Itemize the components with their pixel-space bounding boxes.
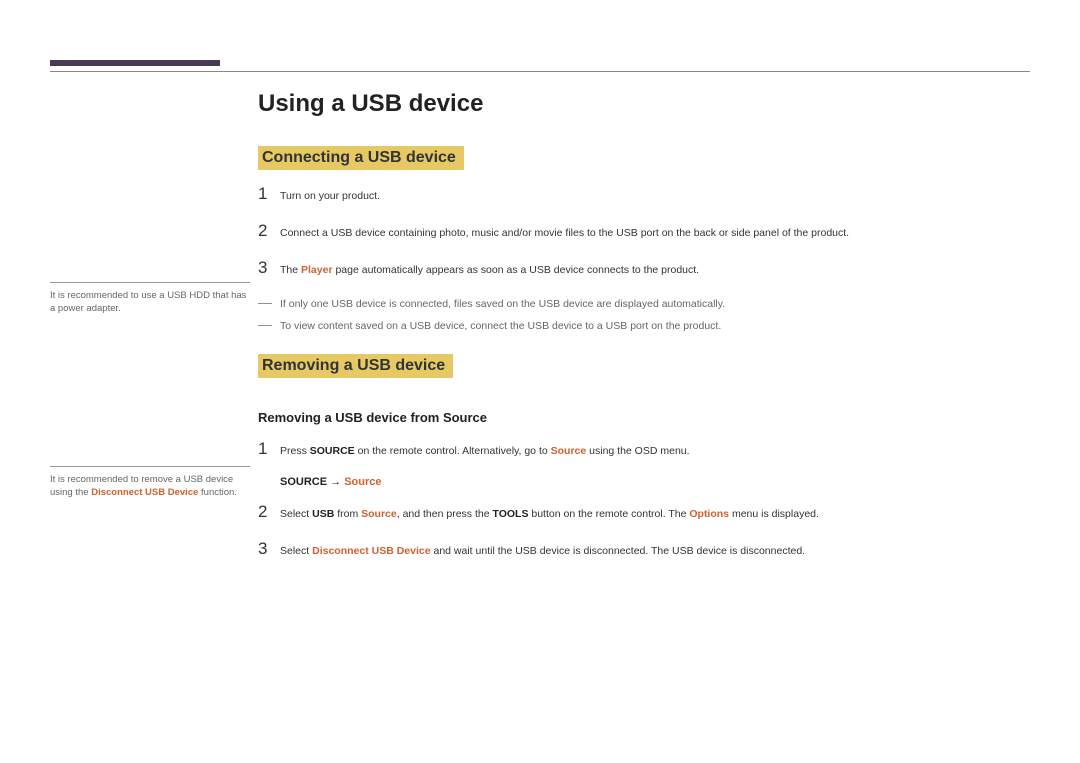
sidebar-note-hdd: It is recommended to use a USB HDD that … [50,282,250,316]
subheading-removing-source: Removing a USB device from Source [258,410,1030,425]
step-1: 1 Press SOURCE on the remote control. Al… [258,439,1030,460]
header-divider [50,71,1030,72]
source-path: SOURCE → Source [280,476,1030,488]
step-3: 3 The Player page automatically appears … [258,258,1030,279]
step-text: The Player page automatically appears as… [280,261,699,279]
step-3: 3 Select Disconnect USB Device and wait … [258,539,1030,560]
sidebar: It is recommended to use a USB HDD that … [50,90,250,576]
step-number: 3 [258,258,280,278]
step-number: 3 [258,539,280,559]
note-dash-icon: ― [258,294,280,310]
header-accent-bar [50,60,220,66]
step-1: 1 Turn on your product. [258,184,1030,205]
step-number: 2 [258,502,280,522]
step-2: 2 Select USB from Source, and then press… [258,502,1030,523]
note-item: ― To view content saved on a USB device,… [258,316,1030,332]
step-number: 1 [258,439,280,459]
step-text: Select Disconnect USB Device and wait un… [280,542,805,560]
sidebar-note-disconnect: It is recommended to remove a USB device… [50,466,250,500]
page-title: Using a USB device [258,90,1030,118]
section-connecting: Connecting a USB device 1 Turn on your p… [258,142,1030,332]
step-2: 2 Connect a USB device containing photo,… [258,221,1030,242]
step-text: Select USB from Source, and then press t… [280,505,819,523]
heading-connecting: Connecting a USB device [258,146,464,170]
main-content: Using a USB device Connecting a USB devi… [250,90,1030,576]
section-removing: Removing a USB device Removing a USB dev… [258,350,1030,559]
step-text: Connect a USB device containing photo, m… [280,224,849,242]
note-dash-icon: ― [258,316,280,332]
note-item: ― If only one USB device is connected, f… [258,294,1030,310]
step-number: 1 [258,184,280,204]
step-text: Press SOURCE on the remote control. Alte… [280,442,690,460]
step-number: 2 [258,221,280,241]
step-text: Turn on your product. [280,187,380,205]
heading-removing: Removing a USB device [258,354,453,378]
